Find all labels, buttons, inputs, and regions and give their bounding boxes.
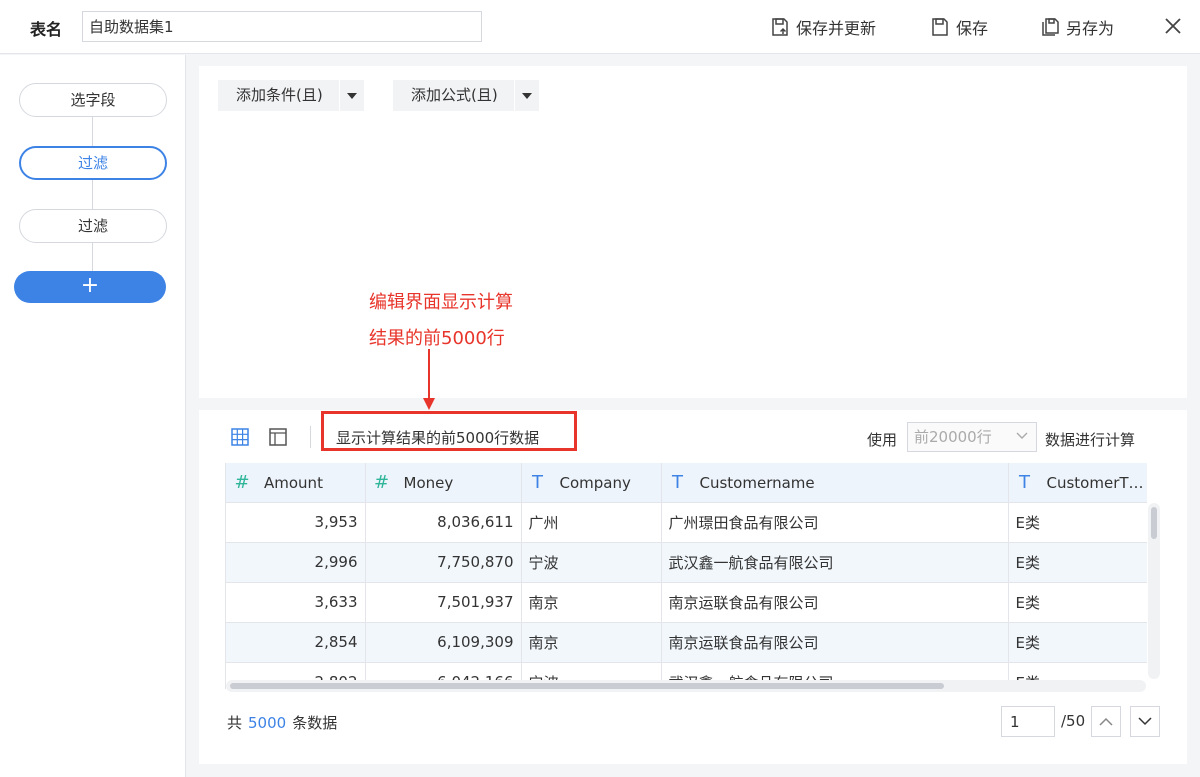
text-type-icon: T (672, 471, 683, 493)
table-cell: 南京运联食品有限公司 (661, 622, 1009, 663)
annotation-arrow-line (428, 349, 430, 401)
annotation-line-1: 编辑界面显示计算 (369, 292, 513, 313)
prev-page-button[interactable] (1091, 706, 1121, 737)
add-formula-label: 添加公式(且) (393, 80, 515, 111)
table-cell: 南京运联食品有限公司 (661, 582, 1009, 623)
column-header-amount[interactable]: # Amount (226, 463, 366, 503)
column-header-money[interactable]: # Money (365, 463, 522, 503)
step-select-fields[interactable]: 选字段 (19, 83, 167, 117)
step-panel: 选字段 过滤 过滤 + (0, 55, 186, 777)
table-cell: 7,501,937 (365, 582, 522, 623)
table-row: 2,854 6,109,309 南京 南京运联食品有限公司 E类 (226, 622, 1147, 663)
text-type-icon: T (532, 471, 543, 493)
save-icon (932, 18, 948, 36)
add-condition-label: 添加条件(且) (218, 80, 340, 111)
condition-panel: 添加条件(且) 添加公式(且) (199, 66, 1187, 398)
add-formula-button[interactable]: 添加公式(且) (393, 80, 539, 111)
annotation-line-2: 结果的前5000行 (369, 328, 505, 349)
step-filter-active[interactable]: 过滤 (19, 146, 167, 180)
column-name: Company (559, 473, 631, 492)
table-cell: E类 (1008, 622, 1147, 663)
annotation-arrow-head (423, 398, 435, 410)
record-count: 共 5000 条数据 (227, 712, 337, 733)
save-and-update-button[interactable]: 保存并更新 (770, 15, 876, 39)
number-type-icon: # (373, 471, 390, 493)
total-count: 5000 (248, 714, 287, 732)
table-cell: E类 (1008, 502, 1147, 543)
column-name: CustomerT… (1046, 473, 1144, 492)
table-cell: 3,953 (226, 502, 366, 543)
table-cell: 3,633 (226, 582, 366, 623)
save-update-icon (772, 18, 788, 36)
table-row: 3,953 8,036,611 广州 广州璟田食品有限公司 E类 (226, 502, 1147, 543)
save-as-button[interactable]: 另存为 (1040, 15, 1114, 39)
column-name: Customername (699, 473, 815, 492)
table-header-row: # Amount # Money T Company T Customername TC… (226, 463, 1147, 503)
column-name: Amount (264, 473, 323, 492)
horizontal-scrollbar[interactable] (226, 680, 1146, 692)
table-cell: 7,750,870 (365, 542, 522, 583)
table-name-input[interactable] (82, 11, 482, 42)
table-name-label: 表名 (30, 20, 63, 39)
vertical-scrollbar[interactable] (1148, 503, 1160, 679)
number-type-icon: # (234, 471, 250, 493)
page-total: /50 (1061, 712, 1086, 730)
column-header-company[interactable]: T Company (521, 463, 662, 503)
add-condition-button[interactable]: 添加条件(且) (218, 80, 364, 111)
table-cell: 广州璟田食品有限公司 (661, 502, 1009, 543)
annotation-highlight-box (321, 411, 577, 451)
table-cell: 8,036,611 (365, 502, 522, 543)
save-label: 保存 (956, 19, 989, 38)
save-button[interactable]: 保存 (930, 15, 988, 39)
table-cell: 2,996 (226, 542, 366, 583)
step-connector (92, 180, 93, 210)
save-as-label: 另存为 (1066, 19, 1115, 38)
page-number-input[interactable] (1001, 706, 1055, 737)
data-preview-panel: 显示计算结果的前5000行数据 使用 前20000行 数据进行计算 # Amoun… (199, 410, 1187, 764)
table-cell: E类 (1008, 582, 1147, 623)
save-as-icon (1042, 18, 1059, 36)
table-cell: 宁波 (521, 542, 662, 583)
step-filter[interactable]: 过滤 (19, 209, 167, 243)
chevron-up-icon (1099, 717, 1113, 726)
text-type-icon: T (1019, 471, 1030, 493)
chevron-down-icon (1016, 432, 1028, 439)
table-cell: 2,854 (226, 622, 366, 663)
calc-rows-value: 前20000行 (914, 428, 992, 446)
save-and-update-label: 保存并更新 (796, 19, 877, 38)
step-connector (92, 243, 93, 273)
caret-down-icon[interactable] (515, 80, 539, 111)
layout-view-icon[interactable] (269, 428, 287, 446)
table-cell: 武汉鑫一航食品有限公司 (661, 542, 1009, 583)
top-bar: 表名 保存并更新 保存 另存为 (0, 0, 1200, 54)
next-page-button[interactable] (1130, 706, 1160, 737)
add-step-button[interactable]: + (14, 271, 166, 303)
scrollbar-thumb[interactable] (1151, 507, 1157, 539)
table-row: 2,996 7,750,870 宁波 武汉鑫一航食品有限公司 E类 (226, 542, 1147, 583)
use-label: 使用 (867, 431, 898, 449)
column-name: Money (403, 473, 454, 492)
table-cell: 广州 (521, 502, 662, 543)
toolbar-divider (310, 426, 311, 448)
use-tail-label: 数据进行计算 (1045, 431, 1136, 449)
table-cell: 南京 (521, 582, 662, 623)
step-connector (92, 117, 93, 147)
table-cell: 南京 (521, 622, 662, 663)
column-header-customername[interactable]: T Customername (661, 463, 1009, 503)
annotation-text: 编辑界面显示计算 结果的前5000行 (369, 285, 513, 357)
table-row: 3,633 7,501,937 南京 南京运联食品有限公司 E类 (226, 582, 1147, 623)
chevron-down-icon (1138, 717, 1152, 726)
scrollbar-thumb[interactable] (230, 683, 944, 689)
column-header-customertype[interactable]: T CustomerT… (1008, 463, 1147, 503)
data-table: # Amount # Money T Company T Customername TC… (225, 463, 1147, 689)
table-view-icon[interactable] (231, 428, 249, 446)
total-suffix: 条数据 (292, 714, 338, 732)
close-icon[interactable] (1163, 16, 1183, 36)
table-cell: 6,109,309 (365, 622, 522, 663)
caret-down-icon[interactable] (340, 80, 364, 111)
calc-rows-select[interactable]: 前20000行 (907, 422, 1037, 452)
total-prefix: 共 (227, 714, 243, 732)
table-cell: E类 (1008, 542, 1147, 583)
